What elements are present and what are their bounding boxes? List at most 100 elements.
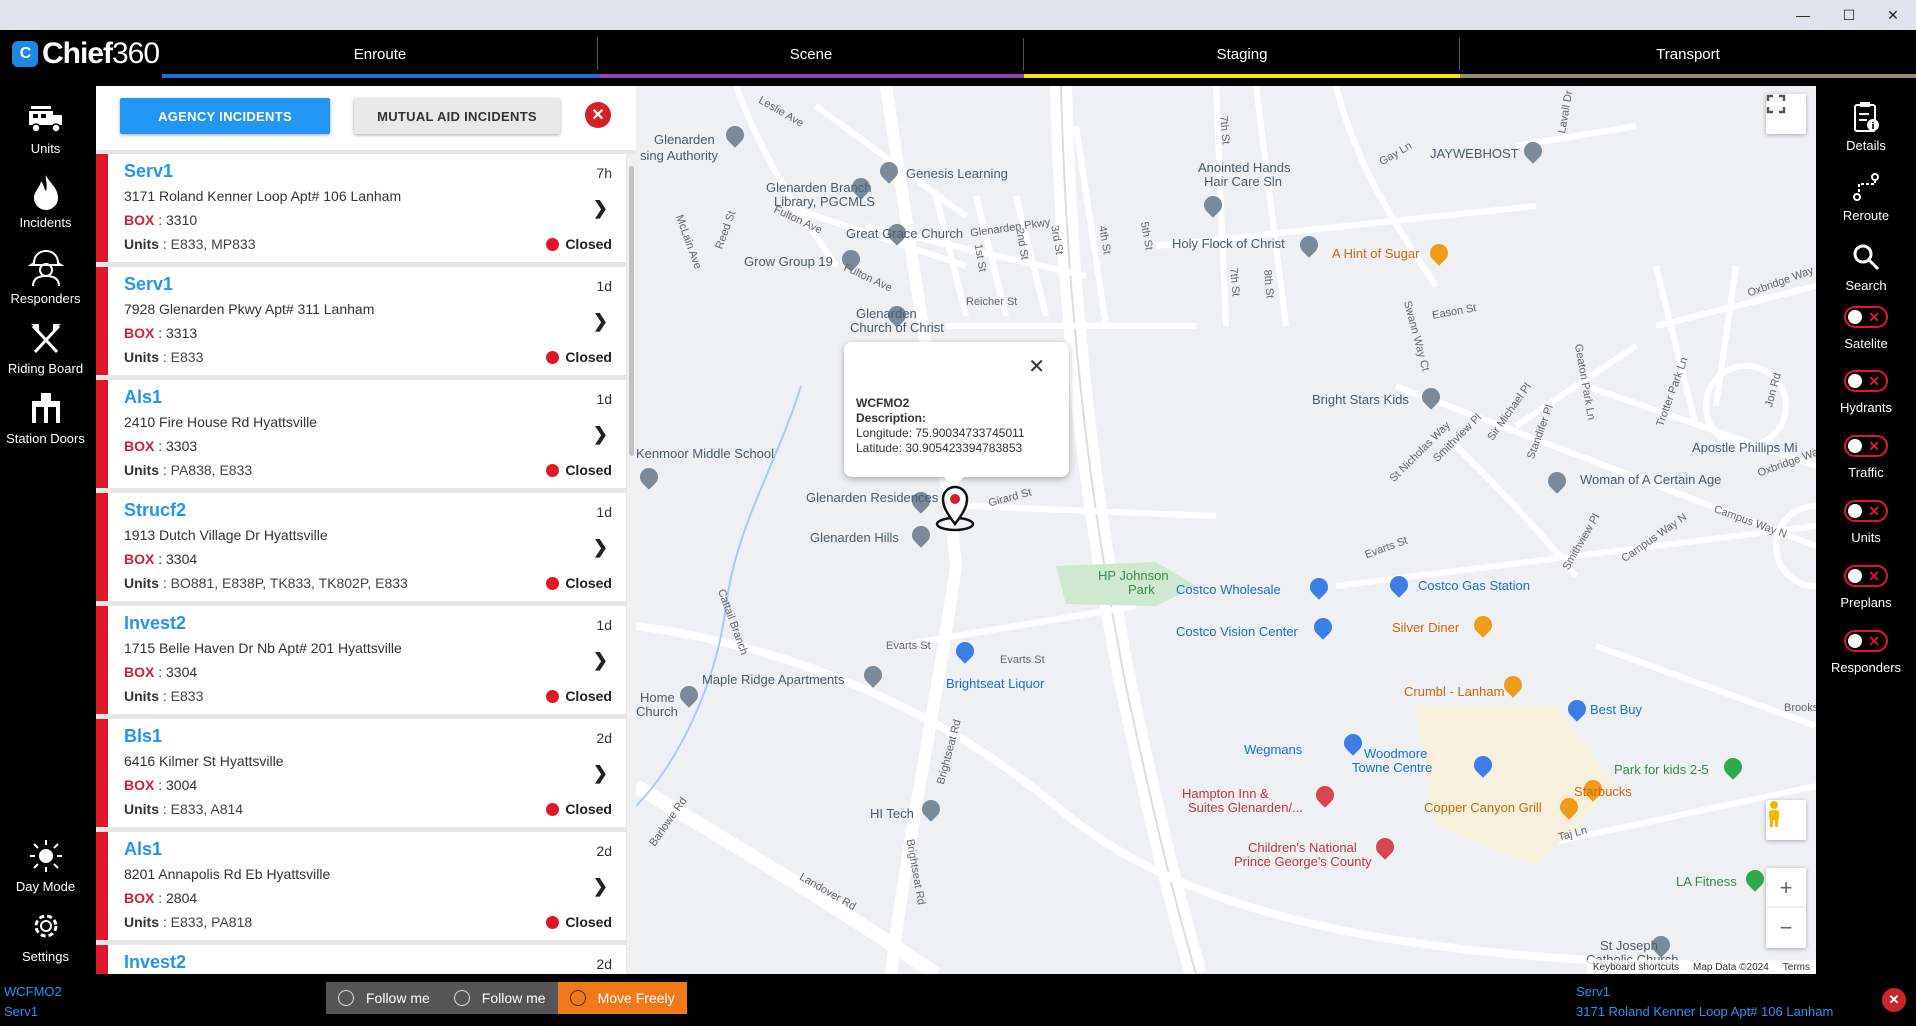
tab-label: Staging [1216, 45, 1268, 63]
incident-units: Units : BO881, E838P, TK833, TK802P, E83… [124, 575, 408, 591]
minimize-button[interactable]: — [1780, 0, 1826, 30]
nav-responders[interactable]: Responders [0, 248, 91, 318]
incident-type: Serv1 [124, 274, 174, 294]
follow-me-heading-button[interactable]: Follow me [441, 982, 558, 1014]
toggle-hydrants[interactable]: ✕ Hydrants [1816, 364, 1916, 415]
nav-settings[interactable]: Settings [0, 906, 91, 976]
chevron-right-icon[interactable]: ❯ [593, 537, 608, 558]
toggle-switch[interactable]: ✕ [1844, 630, 1888, 652]
incident-card[interactable]: Bls1 2d 6416 Kilmer St Hyattsville BOX :… [96, 719, 626, 827]
tab-transport[interactable]: Transport [1460, 30, 1916, 78]
scrollbar-thumb[interactable] [629, 166, 634, 456]
toggle-preplans[interactable]: ✕ Preplans [1816, 559, 1916, 610]
street-label: Evarts St [886, 640, 931, 652]
mutual-aid-incidents-button[interactable]: MUTUAL AID INCIDENTS [354, 98, 560, 134]
toggle-satelite[interactable]: ✕ Satelite [1816, 300, 1916, 351]
map-place-label: Park for kids 2-5 [1614, 762, 1709, 777]
chevron-right-icon[interactable]: ❯ [593, 876, 608, 897]
incident-address: 6416 Kilmer St Hyattsville [124, 753, 284, 769]
incident-card[interactable]: Serv1 1d 7928 Glenarden Pkwy Apt# 311 La… [96, 267, 626, 375]
toggle-traffic[interactable]: ✕ Traffic [1816, 429, 1916, 480]
top-bar: C Chief 360 Enroute Scene Staging Transpo… [0, 30, 1916, 78]
map-place-label: Home [640, 690, 675, 705]
agency-incidents-button[interactable]: AGENCY INCIDENTS [120, 98, 330, 134]
incident-box: BOX : 3304 [124, 664, 198, 680]
toggle-switch[interactable]: ✕ [1844, 435, 1888, 457]
chevron-right-icon[interactable]: ❯ [593, 424, 608, 445]
follow-me-button[interactable]: Follow me [326, 982, 442, 1014]
incident-age: 2d [596, 956, 612, 972]
crossed-axes-icon [26, 318, 66, 358]
toggle-switch[interactable]: ✕ [1844, 565, 1888, 587]
incident-type: Invest2 [124, 613, 187, 633]
nav-units[interactable]: Units [0, 98, 91, 168]
toggle-switch[interactable]: ✕ [1844, 500, 1888, 522]
move-freely-button[interactable]: Move Freely [557, 982, 687, 1014]
location-marker-icon[interactable] [934, 484, 976, 532]
terms-link[interactable]: Terms [1783, 962, 1810, 973]
tab-staging[interactable]: Staging [1024, 30, 1460, 78]
keyboard-shortcuts-link[interactable]: Keyboard shortcuts [1593, 962, 1679, 973]
map-place-label: Great Grace Church [846, 226, 964, 241]
close-window-button[interactable]: ✕ [1870, 0, 1916, 30]
nav-label: Traffic [1848, 465, 1884, 480]
priority-stripe [96, 945, 108, 974]
chevron-right-icon[interactable]: ❯ [593, 763, 608, 784]
target-icon [338, 990, 354, 1006]
toggle-switch[interactable]: ✕ [1844, 306, 1888, 328]
incident-card[interactable]: Serv1 7h 3171 Roland Kenner Loop Apt# 10… [96, 154, 626, 262]
pegman-icon [1769, 801, 1779, 827]
plus-icon: + [1779, 875, 1793, 900]
chevron-right-icon[interactable]: ❯ [593, 311, 608, 332]
incident-address: 8201 Annapolis Rd Eb Hyattsville [124, 866, 331, 882]
tab-scene[interactable]: Scene [598, 30, 1024, 78]
map-place-label: Anointed Hands [1198, 160, 1291, 175]
incident-type: Invest2 [124, 952, 187, 972]
chevron-right-icon[interactable]: ❯ [593, 198, 608, 219]
incident-box: BOX : 3004 [124, 777, 198, 793]
map-data-label: Map Data ©2024 [1693, 961, 1769, 973]
tab-enroute[interactable]: Enroute [162, 30, 598, 78]
nav-day-mode[interactable]: Day Mode [0, 836, 91, 906]
incident-box: BOX : 3313 [124, 325, 198, 341]
maximize-button[interactable]: ☐ [1826, 0, 1872, 30]
nav-incidents[interactable]: Incidents [0, 172, 91, 242]
map-view[interactable]: Glenarden sing Authority Genesis Learnin… [636, 86, 1816, 974]
nav-label: Units [30, 141, 61, 156]
incident-card[interactable]: Strucf2 1d 1913 Dutch Village Dr Hyattsv… [96, 493, 626, 601]
toggle-units[interactable]: ✕ Units [1816, 494, 1916, 545]
fullscreen-button[interactable] [1766, 94, 1806, 134]
close-active-incident-button[interactable]: ✕ [1882, 988, 1906, 1012]
street-view-button[interactable] [1766, 800, 1806, 840]
active-incident-type: Serv1 [1576, 984, 1610, 999]
incident-card[interactable]: Invest2 2d [96, 945, 626, 974]
zoom-out-button[interactable]: − [1766, 908, 1806, 948]
toggle-off-icon: ✕ [1868, 373, 1880, 389]
incident-card[interactable]: Als1 2d 8201 Annapolis Rd Eb Hyattsville… [96, 832, 626, 940]
incident-card[interactable]: Als1 1d 2410 Fire House Rd Hyattsville B… [96, 380, 626, 488]
svg-text:i: i [1871, 122, 1874, 132]
nav-search[interactable]: Search [1816, 240, 1916, 293]
map-place-label: Best Buy [1590, 702, 1643, 717]
toggle-switch[interactable]: ✕ [1844, 370, 1888, 392]
incident-age: 1d [596, 504, 612, 520]
nav-reroute[interactable]: Reroute [1816, 170, 1916, 223]
incident-address: 1913 Dutch Village Dr Hyattsville [124, 527, 328, 543]
popup-title: WCFMO2 [856, 396, 910, 410]
toggle-responders[interactable]: ✕ Responders [1816, 624, 1916, 675]
zoom-in-button[interactable]: + [1766, 868, 1806, 908]
chevron-right-icon[interactable]: ❯ [593, 650, 608, 671]
incident-box: BOX : 3303 [124, 438, 198, 454]
close-popup-button[interactable]: ✕ [1028, 354, 1045, 379]
map-place-label: Woman of A Certain Age [1580, 472, 1722, 487]
nav-details[interactable]: i Details [1816, 100, 1916, 153]
nav-riding-board[interactable]: Riding Board [0, 318, 91, 388]
nav-label: Riding Board [7, 361, 84, 376]
nav-station-doors[interactable]: Station Doors [0, 388, 91, 458]
incident-card[interactable]: Invest2 1d 1715 Belle Haven Dr Nb Apt# 2… [96, 606, 626, 714]
map-place-label: Church of Christ [850, 320, 944, 335]
incident-list-scrollbar[interactable] [627, 154, 636, 974]
location-info-popup: ✕ WCFMO2 Description: Longitude: 75.9003… [844, 342, 1069, 487]
close-panel-button[interactable]: ✕ [585, 102, 611, 128]
map-place-label: Bright Stars Kids [1312, 392, 1409, 407]
